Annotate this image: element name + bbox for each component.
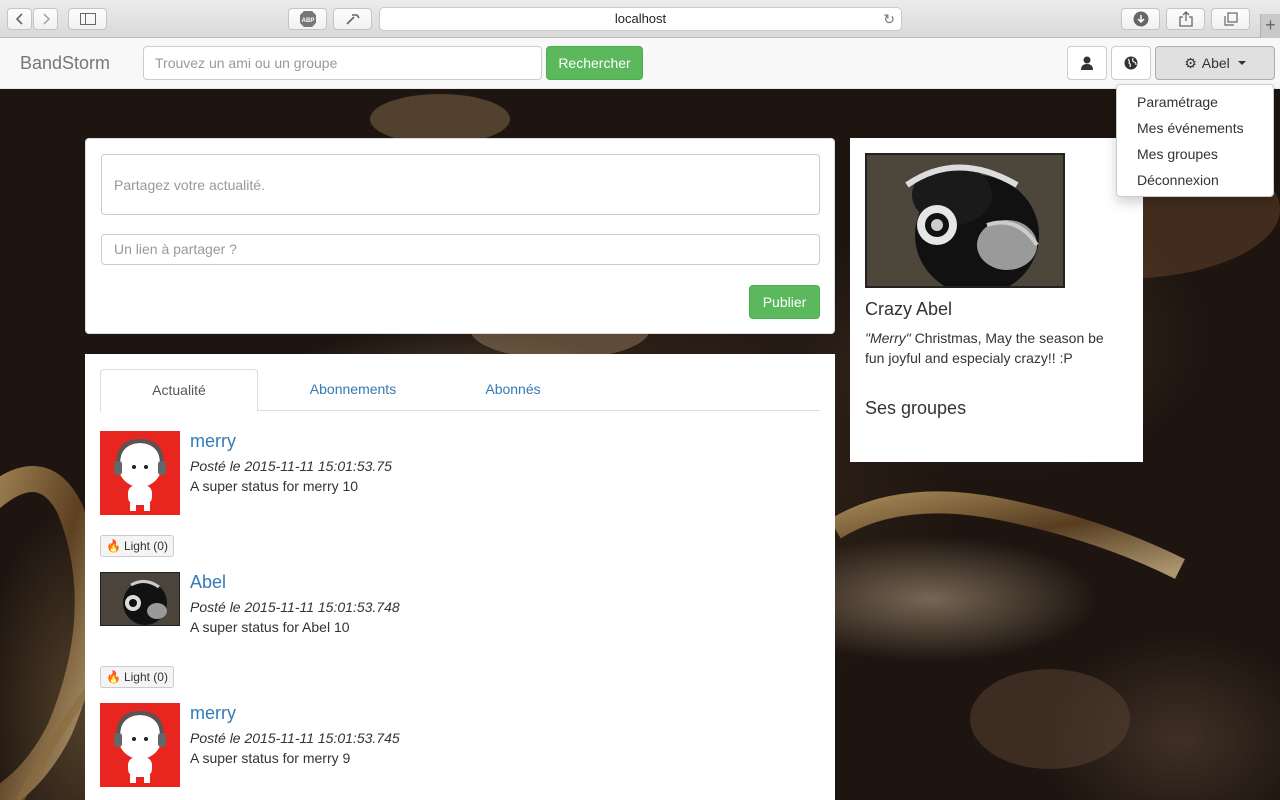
adblock-icon: ABP <box>299 11 316 27</box>
brand-logo[interactable]: BandStorm <box>20 53 110 74</box>
user-dropdown-menu: Paramétrage Mes événements Mes groupes D… <box>1116 84 1274 197</box>
post-text: A super status for Abel 10 <box>190 619 350 635</box>
user-menu-label: Abel <box>1201 55 1230 71</box>
fire-icon: 🔥 <box>106 539 121 553</box>
light-count: Light (0) <box>123 670 168 684</box>
post-date: Posté le 2015-11-11 15:01:53.75 <box>190 458 392 474</box>
share-icon <box>1178 11 1193 27</box>
status-textarea[interactable]: Partagez votre actualité. <box>101 154 820 215</box>
tab-abonnements[interactable]: Abonnements <box>273 369 433 411</box>
quote-emphasis: "Merry" <box>865 330 911 346</box>
chimp-avatar[interactable] <box>100 572 180 626</box>
post-author[interactable]: Abel <box>190 572 226 593</box>
merry-avatar[interactable] <box>100 703 180 787</box>
new-tab-button[interactable]: + <box>1260 14 1280 38</box>
globe-icon <box>1124 56 1138 70</box>
light-count: Light (0) <box>123 539 168 553</box>
download-icon <box>1133 11 1148 27</box>
headphones-character-image <box>114 710 166 783</box>
light-button[interactable]: 🔥 Light (0) <box>100 535 174 557</box>
extension-button[interactable] <box>333 8 372 30</box>
profile-photo <box>865 153 1065 288</box>
user-menu-button[interactable]: ⚙ Abel <box>1155 46 1275 80</box>
post-date: Posté le 2015-11-11 15:01:53.748 <box>190 599 400 615</box>
browser-toolbar: ABP localhost ↻ + <box>0 0 1280 38</box>
menu-item-parametrage[interactable]: Paramétrage <box>1117 90 1273 116</box>
post-text: A super status for merry 10 <box>190 478 359 494</box>
chimp-headphones-image <box>867 155 1063 286</box>
new-post-panel: Partagez votre actualité. Un lien à part… <box>85 138 835 334</box>
tabs-icon <box>1223 12 1238 26</box>
address-bar[interactable]: localhost ↻ <box>379 7 902 31</box>
explore-button[interactable] <box>1111 46 1151 80</box>
post-text: A super status for merry 9 <box>190 750 351 766</box>
chevron-left-icon <box>15 13 23 25</box>
menu-item-deconnexion[interactable]: Déconnexion <box>1117 168 1273 194</box>
sidebar-toggle-button[interactable] <box>68 8 107 30</box>
tab-actualite[interactable]: Actualité <box>100 369 258 412</box>
profile-panel: Crazy Abel "Merry" Christmas, May the se… <box>850 138 1143 462</box>
profile-quote: "Merry" Christmas, May the season be fun… <box>865 328 1125 368</box>
profile-button[interactable] <box>1067 46 1107 80</box>
search-input[interactable] <box>143 46 542 80</box>
groups-heading: Ses groupes <box>865 398 967 418</box>
light-button[interactable]: 🔥 Light (0) <box>100 666 174 688</box>
reload-icon[interactable]: ↻ <box>883 8 895 30</box>
share-button[interactable] <box>1166 8 1205 30</box>
publish-button[interactable]: Publier <box>749 285 820 319</box>
feed-panel: Actualité Abonnements Abonnés merry Post… <box>85 354 835 800</box>
search-button[interactable]: Rechercher <box>546 46 643 80</box>
menu-item-mes-evenements[interactable]: Mes événements <box>1117 116 1273 142</box>
fire-icon: 🔥 <box>106 670 121 684</box>
post-author[interactable]: merry <box>190 431 236 452</box>
navbar: BandStorm Rechercher ⚙ Abel <box>0 38 1280 89</box>
tab-abonnes[interactable]: Abonnés <box>433 369 593 411</box>
forward-button[interactable] <box>33 8 58 30</box>
merry-avatar[interactable] <box>100 431 180 515</box>
svg-text:ABP: ABP <box>301 18 314 24</box>
downloads-button[interactable] <box>1121 8 1160 30</box>
post-date: Posté le 2015-11-11 15:01:53.745 <box>190 730 400 746</box>
hammer-icon <box>345 14 360 25</box>
link-input[interactable]: Un lien à partager ? <box>101 234 820 265</box>
gear-icon: ⚙ <box>1184 54 1197 71</box>
chimp-headphones-image <box>123 580 167 625</box>
tabs-overview-button[interactable] <box>1211 8 1250 30</box>
profile-name: Crazy Abel <box>865 299 953 319</box>
adblock-button[interactable]: ABP <box>288 8 327 30</box>
sidebar-icon <box>79 13 96 25</box>
feed-tabs: Actualité Abonnements Abonnés <box>100 369 820 412</box>
caret-down-icon <box>1237 61 1246 65</box>
url-text: localhost <box>614 11 667 26</box>
headphones-character-image <box>114 438 166 511</box>
back-button[interactable] <box>7 8 32 30</box>
menu-item-mes-groupes[interactable]: Mes groupes <box>1117 142 1273 168</box>
user-icon <box>1081 56 1093 70</box>
chevron-right-icon <box>42 13 50 25</box>
post-author[interactable]: merry <box>190 703 236 724</box>
